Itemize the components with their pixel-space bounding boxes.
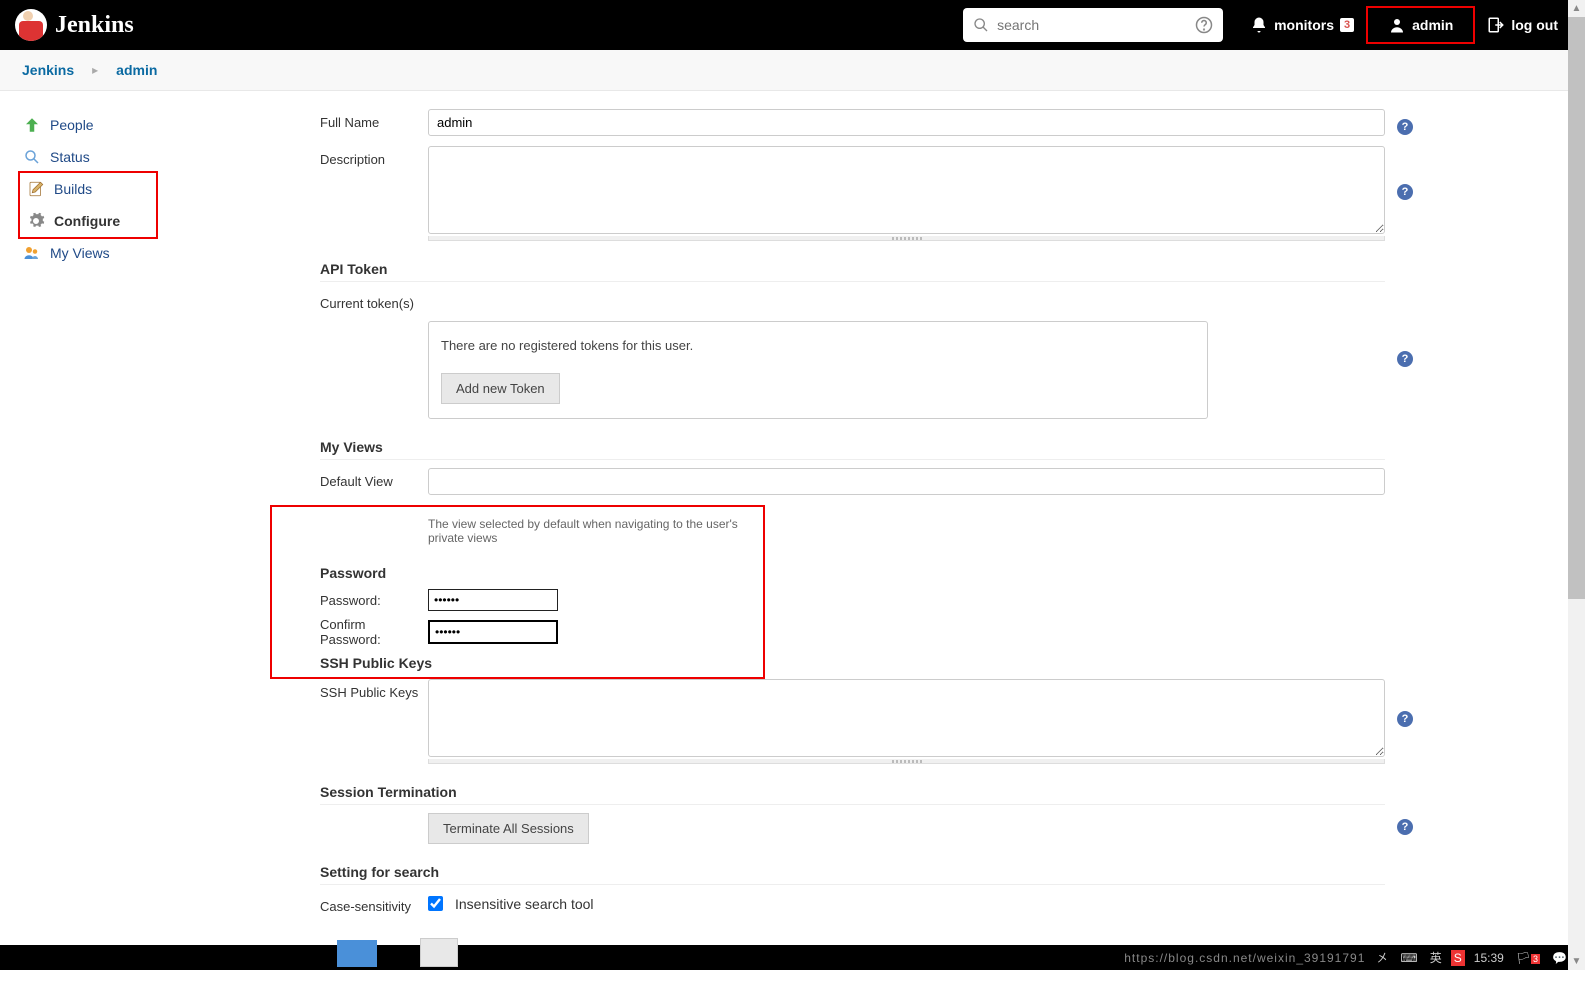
breadcrumb: Jenkins ▸ admin bbox=[0, 50, 1585, 91]
monitors-link[interactable]: monitors 3 bbox=[1238, 16, 1366, 34]
section-password: Password bbox=[320, 565, 763, 585]
case-sensitivity-label: Case-sensitivity bbox=[320, 893, 428, 914]
scroll-down-arrow[interactable]: ▼ bbox=[1568, 953, 1585, 970]
sidebar-item-configure[interactable]: Configure bbox=[22, 205, 156, 237]
breadcrumb-root[interactable]: Jenkins bbox=[22, 62, 74, 78]
apply-button[interactable] bbox=[420, 938, 458, 967]
section-myviews: My Views bbox=[320, 439, 1385, 460]
flag-icon[interactable]: 🏳3 bbox=[1513, 951, 1543, 965]
sidebar-label: People bbox=[50, 117, 94, 133]
current-token-label: Current token(s) bbox=[320, 290, 428, 311]
password-label: Password: bbox=[320, 593, 428, 608]
help-icon[interactable]: ? bbox=[1397, 351, 1413, 367]
logout-icon bbox=[1487, 16, 1505, 34]
logout-label: log out bbox=[1511, 17, 1558, 33]
monitors-badge: 3 bbox=[1340, 18, 1354, 32]
jenkins-logo-icon bbox=[15, 9, 47, 41]
clock[interactable]: 15:39 bbox=[1471, 951, 1507, 965]
confirm-password-input[interactable] bbox=[428, 620, 558, 644]
logo[interactable]: Jenkins bbox=[15, 9, 134, 41]
help-icon[interactable]: ? bbox=[1397, 119, 1413, 135]
ssh-keys-input[interactable] bbox=[428, 679, 1385, 757]
search-icon bbox=[973, 17, 989, 33]
main-content: Full Name ? Description ? API Token Curr… bbox=[320, 91, 1585, 1004]
default-view-helptext: The view selected by default when naviga… bbox=[428, 517, 763, 545]
password-input[interactable] bbox=[428, 589, 558, 611]
section-search-setting: Setting for search bbox=[320, 864, 1385, 885]
resize-handle[interactable] bbox=[428, 759, 1385, 764]
watermark-text: https://blog.csdn.net/weixin_39191791 bbox=[1124, 951, 1365, 965]
help-icon[interactable]: ? bbox=[1397, 711, 1413, 727]
case-sensitivity-checkbox[interactable] bbox=[428, 896, 443, 911]
save-button[interactable] bbox=[337, 940, 377, 967]
token-box: There are no registered tokens for this … bbox=[428, 321, 1208, 419]
fullname-label: Full Name bbox=[320, 109, 428, 130]
search-input[interactable] bbox=[997, 17, 1195, 33]
people-up-icon bbox=[22, 115, 42, 135]
sidebar-item-builds[interactable]: Builds bbox=[22, 173, 156, 205]
confirm-password-label: Confirm Password: bbox=[320, 617, 428, 647]
scroll-thumb[interactable] bbox=[1568, 17, 1585, 599]
user-label: admin bbox=[1412, 17, 1453, 33]
terminate-sessions-button[interactable]: Terminate All Sessions bbox=[428, 813, 589, 844]
token-empty-msg: There are no registered tokens for this … bbox=[441, 338, 1195, 353]
add-token-button[interactable]: Add new Token bbox=[441, 373, 560, 404]
breadcrumb-current[interactable]: admin bbox=[116, 62, 157, 78]
magnifier-icon bbox=[22, 147, 42, 167]
resize-handle[interactable] bbox=[428, 236, 1385, 241]
ime-mode-icon[interactable]: ⌨ bbox=[1397, 951, 1420, 965]
ime-lang-icon[interactable]: 英 bbox=[1427, 949, 1445, 966]
checkbox-label: Insensitive search tool bbox=[455, 896, 594, 912]
system-tray: 㐅 ⌨ 英 S 15:39 🏳3 💬 bbox=[1373, 949, 1570, 966]
bottom-bar: https://blog.csdn.net/weixin_39191791 㐅 … bbox=[0, 945, 1585, 970]
default-view-input[interactable] bbox=[428, 468, 1385, 495]
notepad-icon bbox=[26, 179, 46, 199]
help-icon[interactable]: ? bbox=[1397, 184, 1413, 200]
user-link[interactable]: admin bbox=[1376, 10, 1465, 40]
breadcrumb-separator: ▸ bbox=[92, 63, 98, 77]
section-session: Session Termination bbox=[320, 784, 1385, 805]
ime-icon[interactable]: 㐅 bbox=[1373, 949, 1391, 966]
monitors-label: monitors bbox=[1274, 17, 1334, 33]
sidebar-item-people[interactable]: People bbox=[18, 109, 320, 141]
fullname-input[interactable] bbox=[428, 109, 1385, 136]
description-input[interactable] bbox=[428, 146, 1385, 234]
highlight-box-admin: admin bbox=[1366, 6, 1475, 44]
bell-icon bbox=[1250, 16, 1268, 34]
logout-link[interactable]: log out bbox=[1475, 16, 1570, 34]
notification-icon[interactable]: 💬 bbox=[1549, 951, 1570, 965]
highlight-box-password: The view selected by default when naviga… bbox=[270, 505, 765, 679]
sidebar-label: Builds bbox=[54, 181, 92, 197]
section-ssh: SSH Public Keys bbox=[320, 655, 763, 675]
ssh-keys-label: SSH Public Keys bbox=[320, 679, 428, 700]
gear-icon bbox=[26, 211, 46, 231]
user-views-icon bbox=[22, 243, 42, 263]
top-header: Jenkins monitors 3 admin log out bbox=[0, 0, 1585, 50]
default-view-label: Default View bbox=[320, 468, 428, 489]
sidebar-item-myviews[interactable]: My Views bbox=[18, 237, 320, 269]
sidebar-item-status[interactable]: Status bbox=[18, 141, 320, 173]
brand-text: Jenkins bbox=[55, 12, 134, 39]
section-api-token: API Token bbox=[320, 261, 1385, 282]
sogou-icon[interactable]: S bbox=[1451, 950, 1465, 966]
vertical-scrollbar[interactable]: ▲ ▼ bbox=[1568, 0, 1585, 970]
search-box[interactable] bbox=[963, 8, 1223, 42]
user-icon bbox=[1388, 16, 1406, 34]
sidebar-label: Configure bbox=[54, 213, 120, 229]
description-label: Description bbox=[320, 146, 428, 167]
help-icon[interactable] bbox=[1195, 16, 1213, 34]
sidebar-label: Status bbox=[50, 149, 90, 165]
sidebar-label: My Views bbox=[50, 245, 110, 261]
scroll-up-arrow[interactable]: ▲ bbox=[1568, 0, 1585, 17]
highlight-box-sidebar: Builds Configure bbox=[18, 171, 158, 239]
help-icon[interactable]: ? bbox=[1397, 819, 1413, 835]
